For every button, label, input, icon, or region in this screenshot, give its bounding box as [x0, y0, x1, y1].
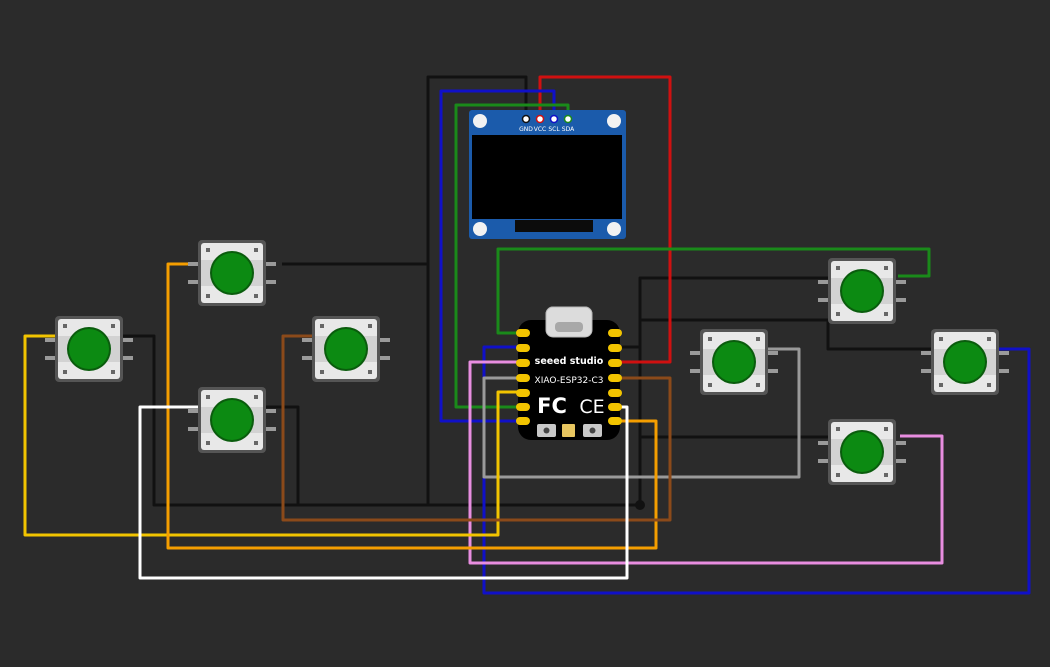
button-corner-dot [987, 383, 991, 387]
pushbutton[interactable] [188, 387, 276, 453]
oled-mount-hole [607, 222, 621, 236]
button-corner-dot [939, 383, 943, 387]
button-corner-dot [368, 370, 372, 374]
board-pin-right-1[interactable] [608, 329, 622, 337]
button-corner-dot [206, 395, 210, 399]
wire-black-btn5[interactable] [264, 405, 300, 505]
button-corner-dot [756, 337, 760, 341]
pushbutton[interactable] [921, 329, 1009, 395]
pushbutton[interactable] [818, 258, 906, 324]
board-pin-left-6[interactable] [516, 403, 530, 411]
button-cap[interactable] [842, 271, 882, 311]
button-corner-dot [111, 324, 115, 328]
board-pin-right-3[interactable] [608, 359, 622, 367]
pushbutton[interactable] [818, 419, 906, 485]
button-corner-dot [111, 370, 115, 374]
button-corner-dot [884, 312, 888, 316]
button-corner-dot [63, 324, 67, 328]
oled-pin-scl[interactable] [549, 114, 559, 124]
reset-button-cap [543, 427, 550, 434]
circuit-canvas: GND VCC SCL SDA seeed studio XIAO-ESP32-… [0, 0, 1050, 662]
board-pin-left-3[interactable] [516, 359, 530, 367]
button-corner-dot [708, 337, 712, 341]
oled-mount-hole [473, 114, 487, 128]
board-pin-right-2[interactable] [608, 344, 622, 352]
button-corner-dot [320, 324, 324, 328]
button-corner-dot [320, 370, 324, 374]
button-corner-dot [836, 312, 840, 316]
button-corner-dot [884, 427, 888, 431]
wire-black-right-mid[interactable] [640, 318, 934, 351]
button-corner-dot [939, 337, 943, 341]
board-pin-right-4[interactable] [608, 374, 622, 382]
oled-mount-hole [607, 114, 621, 128]
board-pin-right-5[interactable] [608, 389, 622, 397]
junction-dot [635, 500, 645, 510]
pushbutton[interactable] [45, 316, 133, 382]
oled-mount-hole [473, 222, 487, 236]
usb-c-port-slot [555, 322, 583, 332]
board-pin-left-7[interactable] [516, 417, 530, 425]
button-corner-dot [708, 383, 712, 387]
button-cap[interactable] [945, 342, 985, 382]
button-corner-dot [254, 248, 258, 252]
oled-display[interactable]: GND VCC SCL SDA [469, 110, 626, 239]
xiao-board[interactable]: seeed studio XIAO-ESP32-C3 FC CE [516, 306, 622, 440]
oled-pin-label: VCC [534, 126, 546, 133]
pushbutton[interactable] [188, 240, 276, 306]
button-corner-dot [206, 441, 210, 445]
oled-pin-label: GND [519, 126, 533, 133]
ce-logo: CE [579, 396, 604, 418]
oled-screen [472, 135, 622, 219]
button-corner-dot [884, 266, 888, 270]
button-cap[interactable] [326, 329, 366, 369]
button-cap[interactable] [842, 432, 882, 472]
button-corner-dot [206, 294, 210, 298]
button-corner-dot [884, 473, 888, 477]
boot-button-cap [589, 427, 596, 434]
button-corner-dot [836, 427, 840, 431]
button-corner-dot [836, 473, 840, 477]
status-led [562, 424, 575, 437]
board-pin-right-7[interactable] [608, 417, 622, 425]
button-corner-dot [756, 383, 760, 387]
button-corner-dot [836, 266, 840, 270]
board-pin-right-6[interactable] [608, 403, 622, 411]
oled-pin-gnd[interactable] [521, 114, 531, 124]
board-pin-left-4[interactable] [516, 374, 530, 382]
board-pin-left-5[interactable] [516, 389, 530, 397]
button-corner-dot [368, 324, 372, 328]
circuit-diagram: GND VCC SCL SDA seeed studio XIAO-ESP32-… [23, 75, 1031, 595]
button-cap[interactable] [212, 400, 252, 440]
pushbutton[interactable] [690, 329, 778, 395]
button-corner-dot [254, 395, 258, 399]
button-cap[interactable] [69, 329, 109, 369]
board-pin-left-2[interactable] [516, 344, 530, 352]
oled-pin-sda[interactable] [563, 114, 573, 124]
button-corner-dot [206, 248, 210, 252]
oled-ribbon [515, 220, 593, 232]
board-brand: seeed studio [535, 356, 604, 367]
button-cap[interactable] [212, 253, 252, 293]
button-corner-dot [63, 370, 67, 374]
button-corner-dot [987, 337, 991, 341]
button-cap[interactable] [714, 342, 754, 382]
oled-pin-vcc[interactable] [535, 114, 545, 124]
button-corner-dot [254, 441, 258, 445]
button-corner-dot [254, 294, 258, 298]
oled-pin-label: SDA [562, 126, 575, 133]
board-model: XIAO-ESP32-C3 [535, 376, 604, 386]
board-pin-left-1[interactable] [516, 329, 530, 337]
fcc-logo: FC [537, 394, 567, 418]
oled-pin-label: SCL [548, 126, 560, 133]
pushbutton[interactable] [302, 316, 390, 382]
